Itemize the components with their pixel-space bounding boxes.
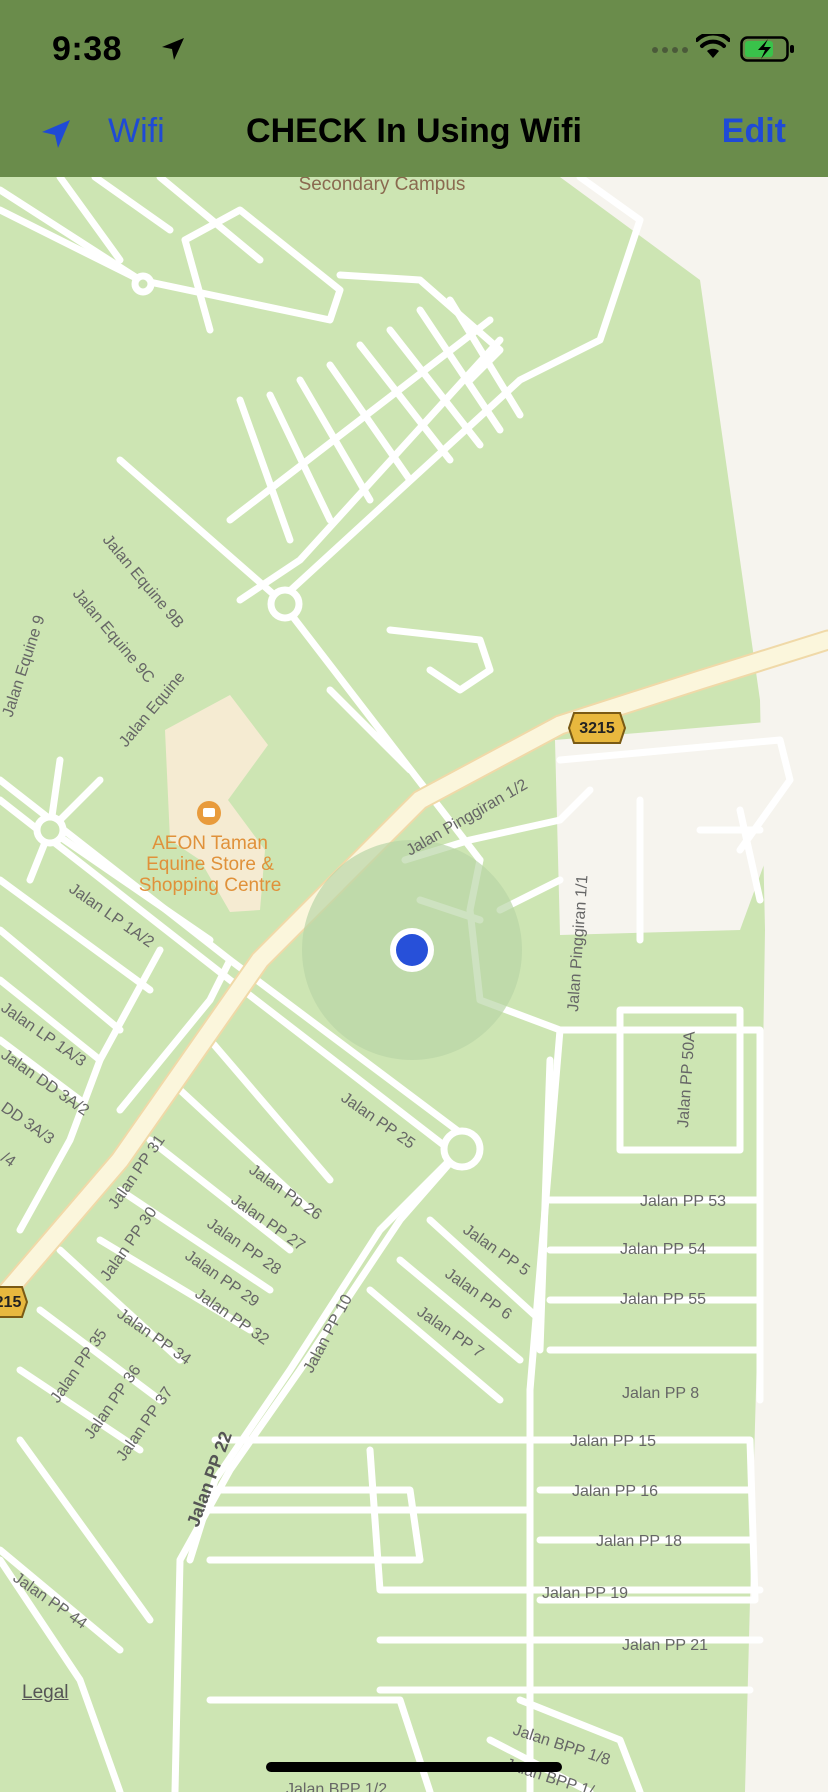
route-shield-215: 215: [0, 1286, 29, 1318]
street-label: Jalan Equine 9B: [99, 532, 187, 632]
street-label: Jalan Equine 9: [0, 613, 49, 719]
map-view[interactable]: 3215 215 AEON Taman Equine Store & Shopp…: [0, 177, 828, 1792]
street-label: Jalan PP 8: [622, 1385, 699, 1402]
secondary-campus-label: Secondary Campus: [299, 177, 466, 195]
street-label: Jalan PP 25: [338, 1089, 418, 1152]
street-label: Jalan PP 6: [442, 1265, 515, 1323]
svg-text:AEON Taman: AEON Taman: [152, 833, 268, 854]
street-label: Jalan PP 5: [460, 1221, 533, 1279]
street-label: Jalan PP 15: [570, 1433, 656, 1450]
status-time: 9:38: [52, 30, 123, 68]
svg-text:Shopping Centre: Shopping Centre: [139, 875, 282, 896]
street-label: Jalan PP 21: [622, 1637, 708, 1654]
edit-button[interactable]: Edit: [722, 112, 786, 151]
street-label: Jalan PP 34: [114, 1305, 194, 1368]
street-label: Jalan Equine 9C: [69, 586, 158, 687]
location-arrow-icon[interactable]: [38, 116, 74, 152]
street-label: Jalan PP 53: [640, 1193, 726, 1210]
legal-link[interactable]: Legal: [22, 1682, 69, 1704]
wifi-icon: [696, 34, 730, 58]
status-bar: 9:38: [0, 0, 828, 94]
street-label: Jalan PP 19: [542, 1585, 628, 1602]
route-shield-3215: 3215: [567, 712, 627, 744]
street-label: Jalan PP 50A: [675, 1030, 699, 1128]
home-indicator[interactable]: [266, 1762, 562, 1772]
svg-text:3215: 3215: [579, 720, 615, 737]
svg-text:Equine Store &: Equine Store &: [146, 854, 274, 875]
street-label: DD 3A/3: [0, 1099, 57, 1148]
location-services-icon: [162, 38, 184, 60]
navigation-bar: Wifi CHECK In Using Wifi Edit: [0, 94, 828, 177]
street-label: /4: [0, 1149, 18, 1171]
wifi-button[interactable]: Wifi: [108, 112, 165, 151]
street-label: Jalan PP 44: [10, 1569, 90, 1632]
street-label: Jalan PP 16: [572, 1483, 658, 1500]
street-label: Jalan PP 18: [596, 1533, 682, 1550]
street-label: Jalan PP 55: [620, 1291, 706, 1308]
user-location-dot: [396, 934, 428, 966]
street-label: Jalan BPP 1/2: [286, 1781, 387, 1792]
svg-text:215: 215: [0, 1294, 21, 1311]
battery-charging-icon: [740, 36, 794, 62]
poi-aeon-shopping[interactable]: AEON Taman Equine Store & Shopping Centr…: [139, 801, 282, 896]
cellular-signal-icon: [652, 47, 688, 53]
street-label: Jalan PP 54: [620, 1241, 706, 1258]
